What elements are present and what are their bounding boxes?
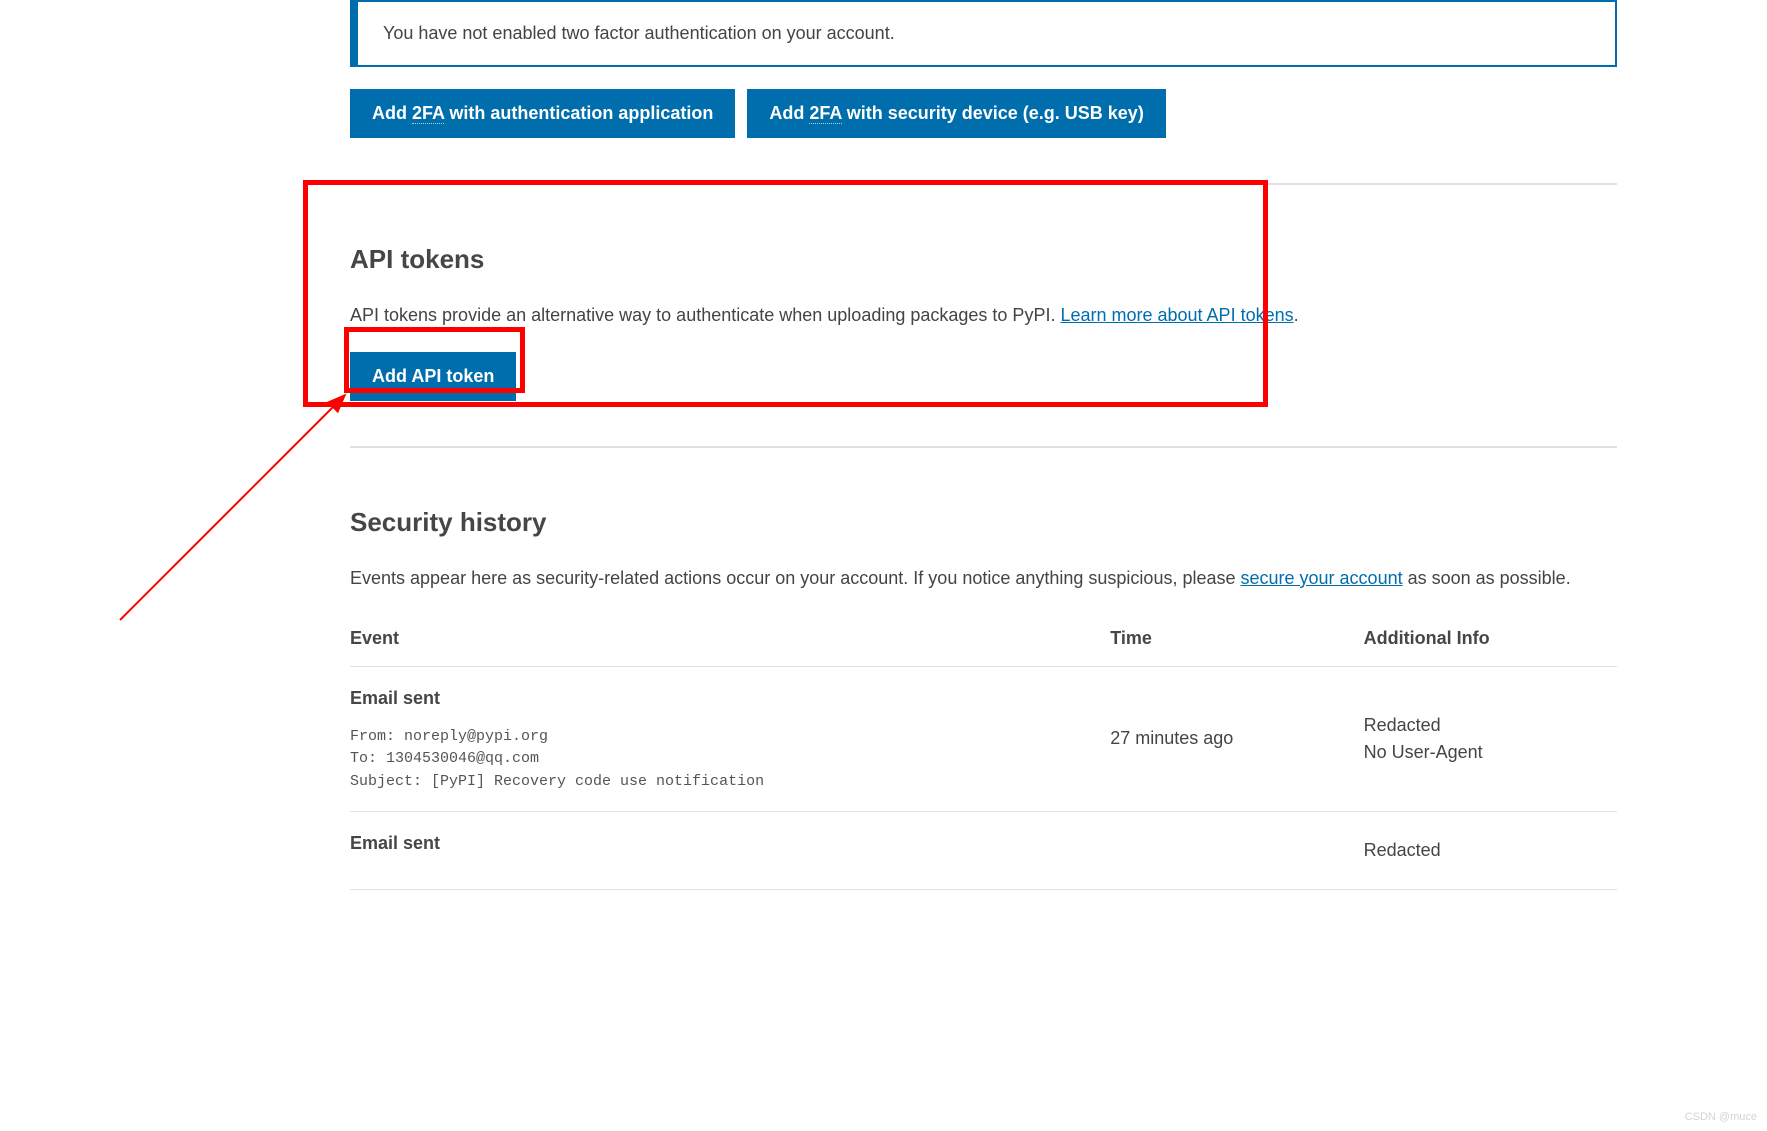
security-history-heading: Security history [350,503,1617,542]
security-history-section: Security history Events appear here as s… [350,448,1617,935]
abbr-2fa: 2FA [412,103,444,124]
col-header-time: Time [1110,615,1363,667]
api-tokens-heading: API tokens [350,240,1617,279]
security-history-description: Events appear here as security-related a… [350,564,1617,593]
table-row: Email sent From: noreply@pypi.org To: 13… [350,666,1617,812]
abbr-2fa: 2FA [809,103,841,124]
api-tokens-section: API tokens API tokens provide an alterna… [350,185,1617,446]
col-header-event: Event [350,615,1110,667]
event-title: Email sent [350,685,1110,712]
event-info: Redacted No User-Agent [1364,666,1617,812]
twofa-button-row: Add 2FA with authentication application … [350,89,1617,138]
watermark: CSDN @muce [1685,1109,1757,1126]
add-api-token-button[interactable]: Add API token [350,352,516,401]
event-detail: From: noreply@pypi.org To: 1304530046@qq… [350,726,1110,794]
twofa-callout-text: You have not enabled two factor authenti… [383,23,895,43]
annotation-arrow [100,390,360,650]
add-2fa-app-button[interactable]: Add 2FA with authentication application [350,89,735,138]
col-header-info: Additional Info [1364,615,1617,667]
table-row: Email sent Redacted [350,812,1617,890]
api-tokens-description: API tokens provide an alternative way to… [350,301,1617,330]
event-info: Redacted [1364,812,1617,890]
twofa-callout: You have not enabled two factor authenti… [350,0,1617,67]
add-2fa-device-button[interactable]: Add 2FA with security device (e.g. USB k… [747,89,1165,138]
event-title: Email sent [350,830,1110,857]
event-time [1110,812,1363,890]
security-history-table: Event Time Additional Info Email sent Fr… [350,615,1617,891]
event-time: 27 minutes ago [1110,666,1363,812]
secure-account-link[interactable]: secure your account [1241,568,1403,588]
learn-more-api-tokens-link[interactable]: Learn more about API tokens [1060,305,1293,325]
